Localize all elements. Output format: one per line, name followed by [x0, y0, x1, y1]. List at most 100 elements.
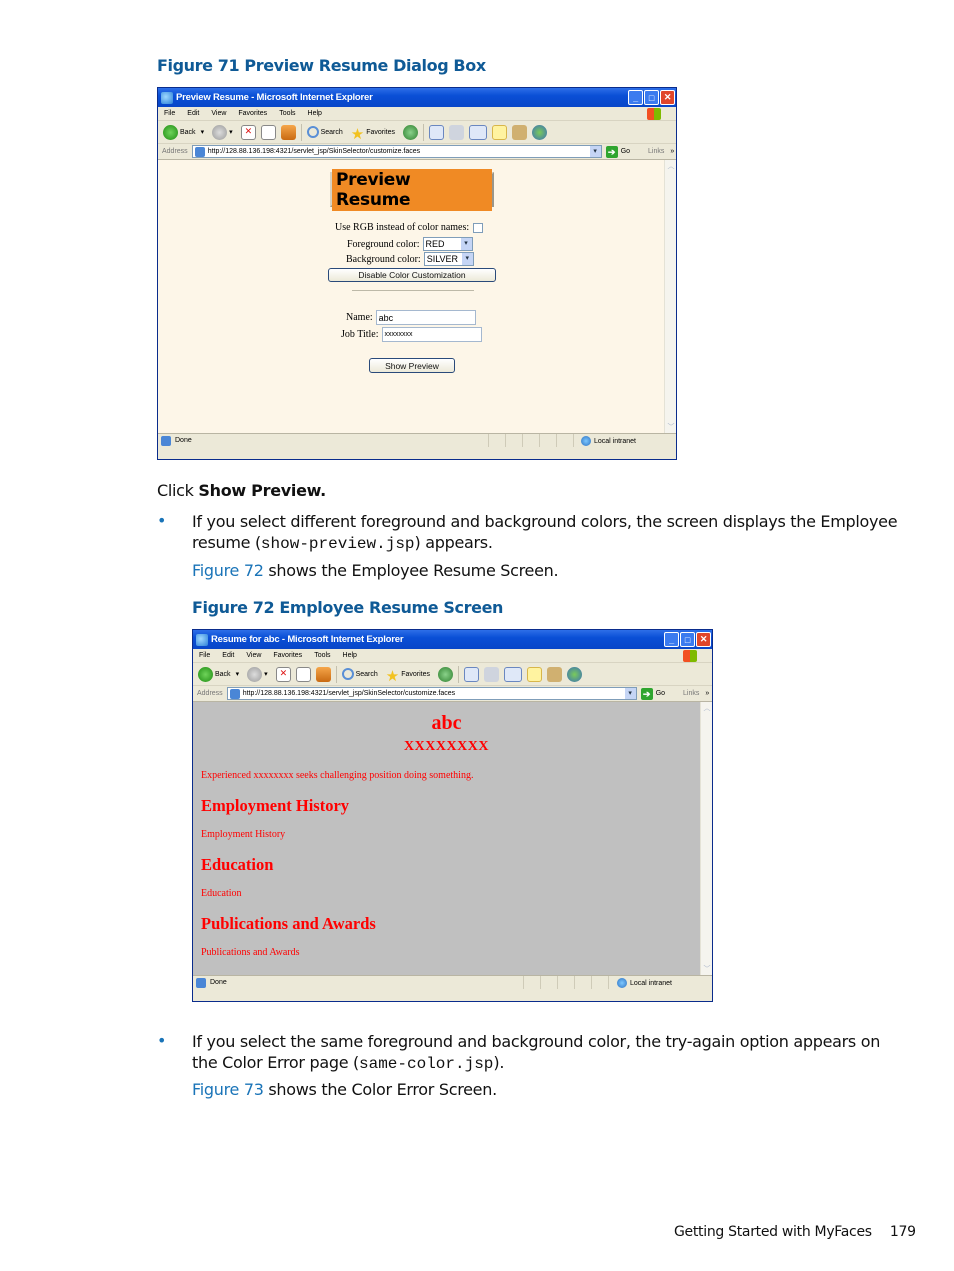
maximize-button[interactable]: □ — [680, 632, 695, 647]
menu-help[interactable]: Help — [343, 652, 357, 659]
address-input[interactable]: http://128.88.136.198:4321/servlet_jsp/S… — [226, 687, 637, 700]
search-button[interactable]: Search — [321, 129, 343, 136]
chevron-right-icon[interactable]: » — [670, 148, 674, 155]
minimize-button[interactable]: _ — [628, 90, 643, 105]
menu-edit[interactable]: Edit — [222, 652, 234, 659]
name-input[interactable]: abc — [375, 310, 476, 325]
footer-section-title: Getting Started with MyFaces — [674, 1224, 872, 1240]
back-button[interactable]: Back — [215, 671, 231, 678]
address-dropdown-icon[interactable]: ▾ — [624, 688, 636, 699]
favorites-star-icon[interactable]: ★ — [351, 125, 364, 143]
menu-file[interactable]: File — [164, 110, 175, 117]
use-rgb-checkbox[interactable] — [473, 222, 484, 233]
forward-icon[interactable] — [247, 666, 263, 682]
use-rgb-label: Use RGB instead of color names: — [335, 222, 470, 233]
menu-tools[interactable]: Tools — [279, 110, 295, 117]
print-icon[interactable] — [484, 666, 500, 682]
favorites-button[interactable]: Favorites — [401, 671, 430, 678]
favorites-button[interactable]: Favorites — [366, 129, 395, 136]
forward-dropdown-icon[interactable]: ▾ — [264, 670, 268, 678]
scroll-up-icon[interactable]: ︿ — [702, 703, 712, 713]
menu-favorites[interactable]: Favorites — [273, 652, 302, 659]
go-button[interactable]: Go — [656, 690, 665, 697]
foreground-select[interactable]: RED ▾ — [422, 237, 473, 251]
section-heading-publications: Publications and Awards — [201, 914, 376, 933]
stop-icon[interactable] — [275, 666, 291, 682]
zone-text: Local intranet — [629, 979, 672, 987]
minimize-button[interactable]: _ — [664, 632, 679, 647]
search-button[interactable]: Search — [356, 671, 378, 678]
search-icon[interactable] — [341, 668, 354, 680]
stop-icon[interactable] — [240, 124, 256, 140]
print-icon[interactable] — [449, 124, 465, 140]
address-dropdown-icon[interactable]: ▾ — [589, 146, 601, 157]
home-icon[interactable] — [280, 124, 296, 140]
figure-72-link[interactable]: Figure 72 — [192, 561, 264, 580]
research-icon[interactable] — [512, 124, 528, 140]
menu-view[interactable]: View — [246, 652, 261, 659]
scroll-up-icon[interactable]: ︿ — [666, 161, 676, 171]
chevron-right-icon[interactable]: » — [705, 690, 709, 697]
use-rgb-row: Use RGB instead of color names: — [335, 222, 484, 233]
back-dropdown-icon[interactable]: ▾ — [201, 128, 205, 136]
section-heading-employment: Employment History — [201, 796, 350, 815]
search-icon[interactable] — [306, 126, 319, 138]
job-title-input[interactable]: xxxxxxxx — [381, 327, 482, 342]
background-select[interactable]: SILVER ▾ — [423, 252, 474, 266]
mail-icon[interactable] — [429, 124, 445, 140]
scroll-down-icon[interactable]: ﹀ — [702, 964, 712, 974]
bullet-2-part2: ). — [493, 1053, 505, 1072]
back-icon[interactable] — [163, 124, 178, 140]
discuss-icon[interactable] — [492, 124, 508, 140]
refresh-icon[interactable] — [260, 124, 276, 140]
messenger-icon[interactable] — [567, 666, 583, 682]
go-arrow-icon[interactable]: ➔ — [640, 687, 653, 700]
close-button[interactable]: ✕ — [660, 90, 675, 105]
menu-edit[interactable]: Edit — [187, 110, 199, 117]
page-done-icon — [196, 977, 206, 988]
edit-icon[interactable] — [504, 666, 523, 682]
messenger-icon[interactable] — [532, 124, 548, 140]
name-row: Name: abc — [346, 310, 476, 325]
refresh-icon[interactable] — [295, 666, 311, 682]
disable-color-customization-button[interactable]: Disable Color Customization — [328, 268, 496, 282]
back-button[interactable]: Back — [180, 129, 196, 136]
scroll-down-icon[interactable]: ﹀ — [666, 422, 676, 432]
menu-view[interactable]: View — [211, 110, 226, 117]
close-button[interactable]: ✕ — [696, 632, 711, 647]
back-icon[interactable] — [198, 666, 213, 682]
forward-icon[interactable] — [212, 124, 228, 140]
history-icon[interactable] — [403, 124, 419, 140]
menu-favorites[interactable]: Favorites — [238, 110, 267, 117]
maximize-button[interactable]: □ — [644, 90, 659, 105]
history-icon[interactable] — [438, 666, 454, 682]
go-arrow-icon[interactable]: ➔ — [605, 145, 618, 158]
edit-icon[interactable] — [469, 124, 488, 140]
show-preview-button[interactable]: Show Preview — [369, 358, 455, 373]
research-icon[interactable] — [547, 666, 563, 682]
forward-dropdown-icon[interactable]: ▾ — [229, 128, 233, 136]
click-instruction: Click Show Preview. — [157, 480, 326, 501]
menu-help[interactable]: Help — [308, 110, 322, 117]
ie-icon — [161, 91, 173, 104]
links-button[interactable]: Links — [648, 148, 664, 155]
back-dropdown-icon[interactable]: ▾ — [236, 670, 240, 678]
menu-tools[interactable]: Tools — [314, 652, 330, 659]
chevron-down-icon[interactable]: ▾ — [460, 238, 472, 250]
figure-73-ref-text: shows the Color Error Screen. — [263, 1080, 497, 1099]
menu-file[interactable]: File — [199, 652, 210, 659]
chevron-down-icon[interactable]: ▾ — [461, 253, 473, 265]
links-button[interactable]: Links — [683, 690, 699, 697]
figure-72-ref-text: shows the Employee Resume Screen. — [263, 561, 559, 580]
section-body-education: Education — [201, 888, 242, 899]
mail-icon[interactable] — [464, 666, 480, 682]
go-button[interactable]: Go — [621, 148, 630, 155]
vertical-scrollbar[interactable]: ︿ ﹀ — [664, 160, 676, 433]
address-input[interactable]: http://128.88.136.198:4321/servlet_jsp/S… — [191, 145, 602, 158]
home-icon[interactable] — [315, 666, 331, 682]
favorites-star-icon[interactable]: ★ — [386, 667, 399, 685]
toolbar-separator — [300, 123, 302, 141]
figure-73-link[interactable]: Figure 73 — [192, 1080, 264, 1099]
vertical-scrollbar[interactable]: ︿ ﹀ — [700, 702, 712, 975]
discuss-icon[interactable] — [527, 666, 543, 682]
